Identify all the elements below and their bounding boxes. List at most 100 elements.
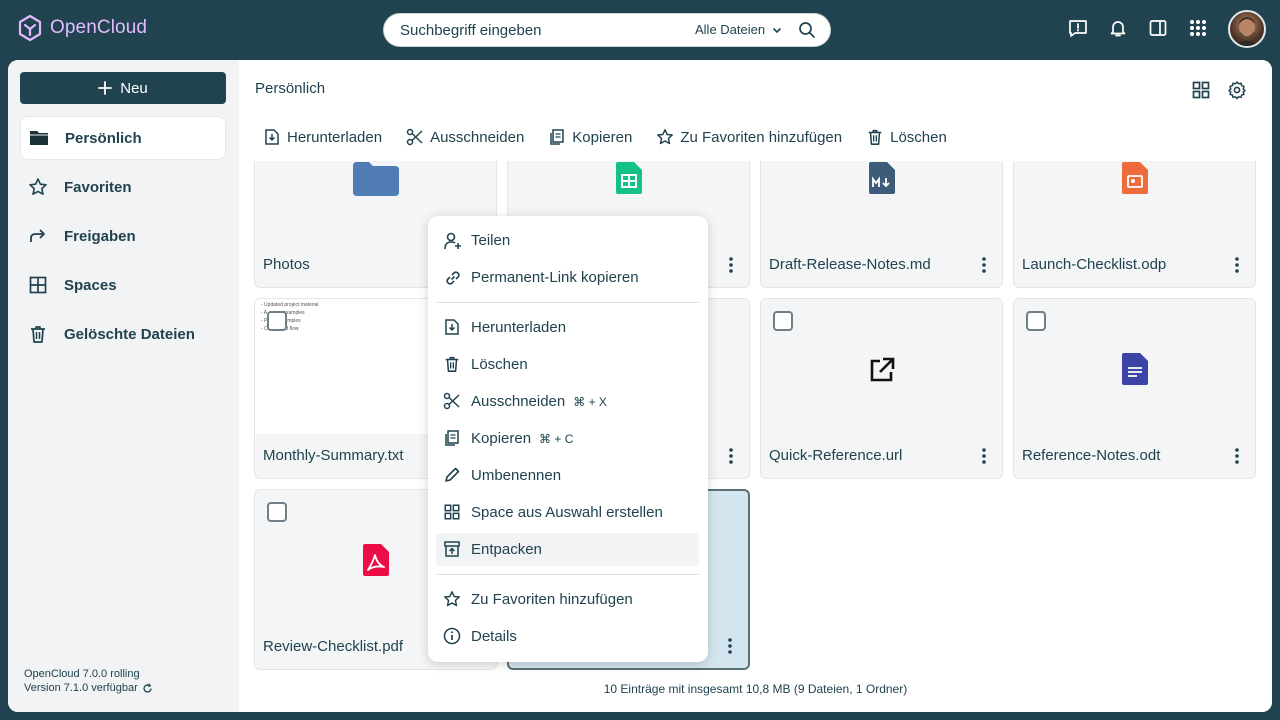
trash-icon xyxy=(868,129,882,145)
menu-item-label: Ausschneiden xyxy=(471,393,566,410)
menu-item-create-space[interactable]: Space aus Auswahl erstellen xyxy=(436,496,699,529)
search-scope-label: Alle Dateien xyxy=(695,22,766,37)
kebab-menu-icon[interactable] xyxy=(982,257,986,273)
menu-item-label: Zu Favoriten hinzufügen xyxy=(471,591,633,608)
settings-button[interactable] xyxy=(1227,80,1247,100)
search-input[interactable] xyxy=(400,14,670,46)
user-plus-icon xyxy=(443,231,463,251)
search-button[interactable] xyxy=(798,21,816,39)
favorite-action[interactable]: Zu Favoriten hinzufügen xyxy=(656,126,842,148)
sidebar-item-shares[interactable]: Freigaben xyxy=(20,214,226,258)
tile-launch-checklist[interactable]: Launch-Checklist.odp xyxy=(1013,161,1256,288)
file-name[interactable]: Launch-Checklist.odp xyxy=(1022,256,1166,273)
kebab-menu-icon[interactable] xyxy=(982,448,986,464)
kebab-menu-icon[interactable] xyxy=(1235,257,1239,273)
new-button[interactable]: Neu xyxy=(20,72,226,104)
file-tiles: Photos Draft-Release-Notes.md Launch-Che… xyxy=(239,161,1272,681)
copy-action-label: Kopieren xyxy=(572,128,633,146)
info-icon xyxy=(443,627,461,645)
top-bar: OpenCloud Alle Dateien xyxy=(0,0,1280,60)
menu-item-label: Details xyxy=(471,628,517,645)
download-action[interactable]: Herunterladen xyxy=(263,126,382,148)
copy-action[interactable]: Kopieren xyxy=(548,126,632,148)
menu-item-copy[interactable]: Kopieren ⌘ + C xyxy=(436,422,699,455)
star-icon xyxy=(657,129,674,145)
trash-icon xyxy=(28,324,48,344)
select-checkbox[interactable] xyxy=(267,502,287,522)
feedback-icon xyxy=(1069,20,1087,37)
trash-icon xyxy=(443,355,461,373)
plus-icon xyxy=(98,81,113,95)
sidebar: Neu Persönlich Favoriten Freigaben Space… xyxy=(8,60,239,712)
sidebar-item-label: Spaces xyxy=(64,276,117,294)
menu-item-rename[interactable]: Umbenennen xyxy=(436,459,699,492)
menu-item-label: Löschen xyxy=(471,356,528,373)
sidebar-item-label: Favoriten xyxy=(64,178,132,196)
update-available[interactable]: Version 7.1.0 verfügbar xyxy=(24,681,153,695)
sidebar-item-favorites[interactable]: Favoriten xyxy=(20,165,226,209)
kebab-menu-icon[interactable] xyxy=(728,638,732,654)
search-bar: Alle Dateien xyxy=(383,13,831,47)
menu-item-share[interactable]: Teilen xyxy=(436,224,699,257)
scissors-icon xyxy=(443,392,461,410)
shortcut-hint: ⌘ + C xyxy=(539,432,574,446)
document-icon xyxy=(1122,353,1148,385)
app-name: OpenCloud xyxy=(50,17,148,38)
user-avatar[interactable] xyxy=(1228,10,1266,48)
cut-action[interactable]: Ausschneiden xyxy=(406,126,524,148)
search-scope-select[interactable]: Alle Dateien xyxy=(695,22,783,37)
menu-item-details[interactable]: Details xyxy=(436,620,699,653)
sidebar-item-personal[interactable]: Persönlich xyxy=(20,116,226,160)
sidebar-toggle-button[interactable] xyxy=(1148,18,1168,38)
breadcrumb[interactable]: Persönlich xyxy=(255,80,325,97)
view-mode-button[interactable] xyxy=(1191,80,1211,100)
grid-icon xyxy=(443,503,461,521)
app-logo[interactable]: OpenCloud xyxy=(18,14,147,42)
download-action-label: Herunterladen xyxy=(287,128,383,146)
share-icon xyxy=(28,226,48,246)
menu-item-copy-link[interactable]: Permanent-Link kopieren xyxy=(436,261,699,294)
file-name[interactable]: Quick-Reference.url xyxy=(769,447,902,464)
opencloud-logo-icon xyxy=(18,14,42,42)
sidebar-item-trash[interactable]: Gelöschte Dateien xyxy=(20,312,226,356)
pencil-icon xyxy=(443,466,461,484)
menu-item-label: Kopieren xyxy=(471,430,532,447)
version-info: OpenCloud 7.0.0 rolling Version 7.1.0 ve… xyxy=(24,667,153,695)
tiles-view-icon xyxy=(1192,81,1210,99)
menu-item-cut[interactable]: Ausschneiden ⌘ + X xyxy=(436,385,699,418)
pdf-icon xyxy=(363,544,389,576)
menu-item-label: Space aus Auswahl erstellen xyxy=(471,504,663,521)
kebab-menu-icon[interactable] xyxy=(1235,448,1239,464)
menu-item-text: Ausschneiden ⌘ + X xyxy=(471,393,607,410)
tile-draft-release-notes[interactable]: Draft-Release-Notes.md xyxy=(760,161,1003,288)
shortcut-hint: ⌘ + X xyxy=(573,395,607,409)
tile-quick-reference[interactable]: Quick-Reference.url xyxy=(760,298,1003,479)
kebab-menu-icon[interactable] xyxy=(729,448,733,464)
select-checkbox[interactable] xyxy=(267,311,287,331)
link-icon xyxy=(443,268,463,288)
notifications-button[interactable] xyxy=(1108,18,1128,38)
menu-item-extract[interactable]: Entpacken xyxy=(436,533,699,566)
copy-icon xyxy=(550,129,565,145)
sidebar-item-spaces[interactable]: Spaces xyxy=(20,263,226,307)
menu-item-delete[interactable]: Löschen xyxy=(436,348,699,381)
menu-item-label: Entpacken xyxy=(471,541,542,558)
file-name[interactable]: Photos xyxy=(263,256,310,273)
menu-item-favorite[interactable]: Zu Favoriten hinzufügen xyxy=(436,583,699,616)
delete-action[interactable]: Löschen xyxy=(866,126,947,148)
file-name[interactable]: Draft-Release-Notes.md xyxy=(769,256,931,273)
app-switcher-button[interactable] xyxy=(1188,18,1208,38)
new-button-label: Neu xyxy=(120,79,148,97)
select-checkbox[interactable] xyxy=(773,311,793,331)
gear-icon xyxy=(1228,81,1246,100)
file-name[interactable]: Monthly-Summary.txt xyxy=(263,447,404,464)
folder-icon xyxy=(29,129,49,147)
feedback-button[interactable] xyxy=(1068,18,1088,38)
tile-reference-notes[interactable]: Reference-Notes.odt xyxy=(1013,298,1256,479)
download-icon xyxy=(265,129,279,145)
menu-item-download[interactable]: Herunterladen xyxy=(436,311,699,344)
select-checkbox[interactable] xyxy=(1026,311,1046,331)
file-name[interactable]: Reference-Notes.odt xyxy=(1022,447,1160,464)
file-name[interactable]: Review-Checklist.pdf xyxy=(263,638,403,655)
kebab-menu-icon[interactable] xyxy=(729,257,733,273)
